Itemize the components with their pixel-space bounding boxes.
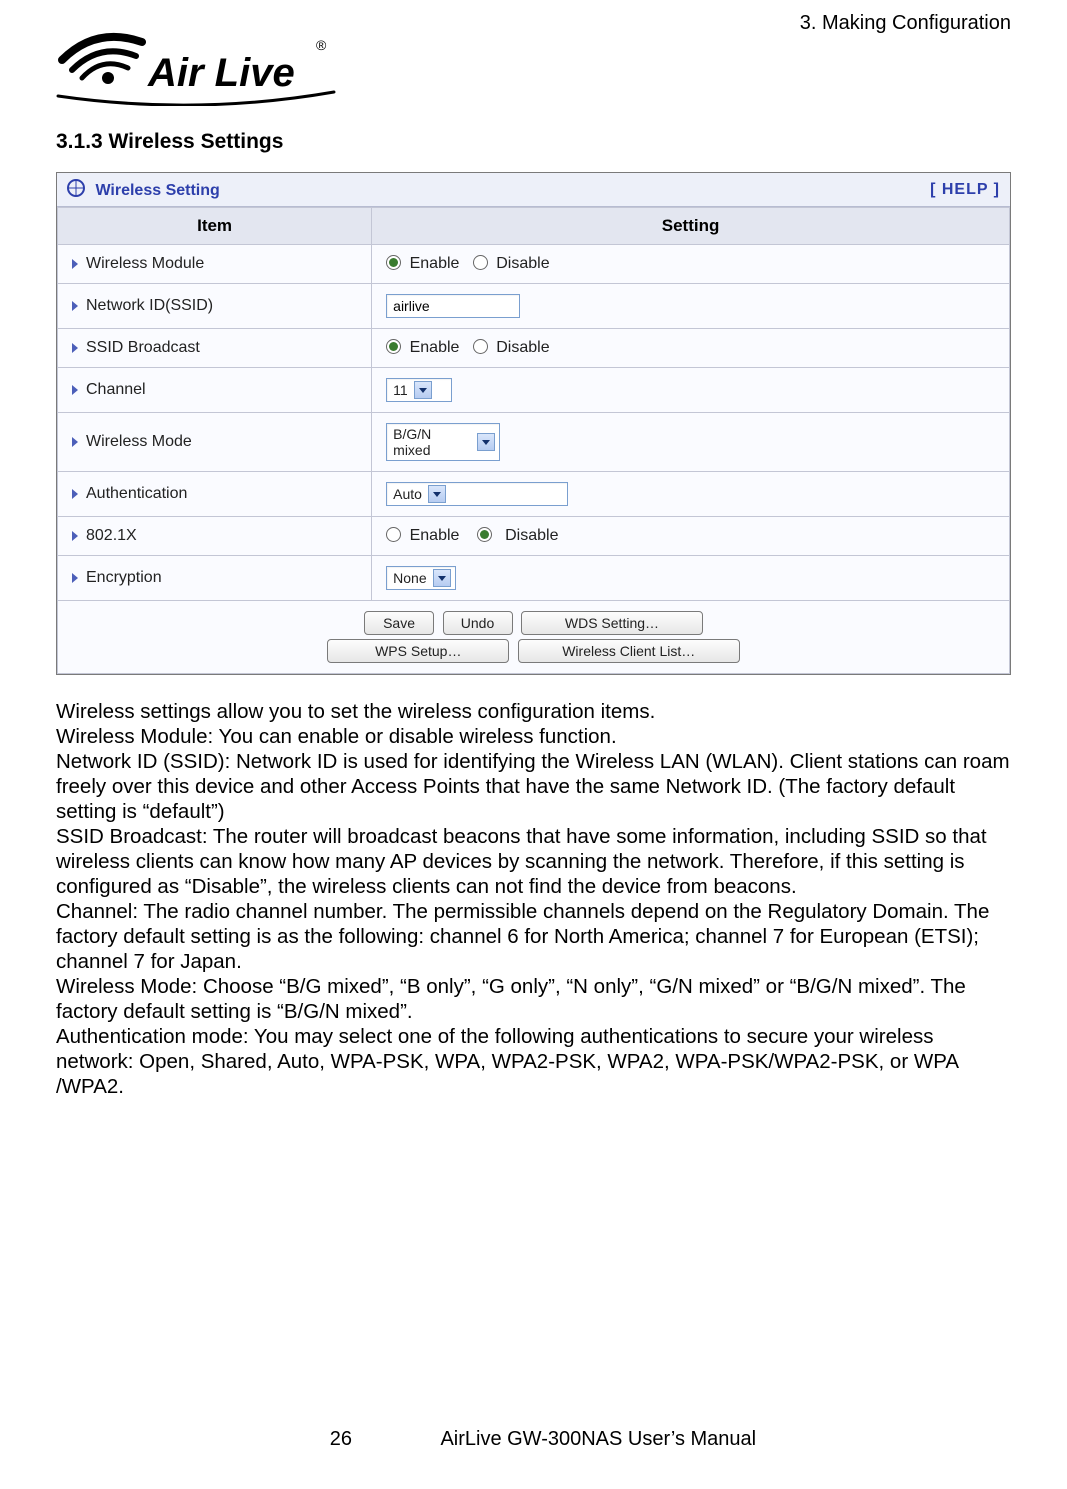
ssid-broadcast-disable-radio[interactable] (473, 339, 488, 354)
save-button[interactable]: Save (364, 611, 434, 635)
wireless-setting-screenshot: Wireless Setting [ HELP ] Item Setting W… (56, 172, 1011, 675)
chapter-label: 3. Making Configuration (800, 12, 1011, 35)
row-wireless-mode: Wireless Mode B/G/N mixed (58, 413, 1010, 472)
explanation-text: Wireless settings allow you to set the w… (56, 699, 1011, 1099)
col-setting: Setting (372, 208, 1010, 245)
help-link[interactable]: [ HELP ] (930, 181, 1000, 199)
wireless-module-disable-radio[interactable] (473, 255, 488, 270)
wireless-module-enable-radio[interactable] (386, 255, 401, 270)
col-item: Item (58, 208, 372, 245)
row-channel: Channel 11 (58, 368, 1010, 413)
x8021-enable-radio[interactable] (386, 527, 401, 542)
ssid-broadcast-enable-radio[interactable] (386, 339, 401, 354)
chevron-down-icon (414, 381, 432, 399)
row-ssid-broadcast: SSID Broadcast Enable Disable (58, 329, 1010, 368)
wps-setup-button[interactable]: WPS Setup… (327, 639, 509, 663)
channel-select[interactable]: 11 (386, 378, 452, 402)
row-wireless-module: Wireless Module Enable Disable (58, 245, 1010, 284)
section-heading: 3.1.3 Wireless Settings (56, 130, 1011, 154)
row-authentication: Authentication Auto (58, 472, 1010, 517)
row-encryption: Encryption None (58, 556, 1010, 601)
svg-text:®: ® (316, 37, 327, 53)
manual-title: AirLive GW-300NAS User’s Manual (440, 1428, 756, 1451)
settings-table: Item Setting Wireless Module Enable Disa… (57, 207, 1010, 674)
row-ssid: Network ID(SSID) (58, 284, 1010, 329)
ssid-input[interactable] (386, 294, 520, 318)
authentication-select[interactable]: Auto (386, 482, 568, 506)
row-8021x: 802.1X Enable Disable (58, 517, 1010, 556)
chevron-down-icon (477, 433, 495, 451)
chevron-down-icon (428, 485, 446, 503)
undo-button[interactable]: Undo (443, 611, 513, 635)
encryption-select[interactable]: None (386, 566, 455, 590)
wireless-mode-select[interactable]: B/G/N mixed (386, 423, 500, 461)
svg-text:Air Live: Air Live (147, 51, 295, 95)
x8021-disable-radio[interactable] (477, 527, 492, 542)
wireless-client-list-button[interactable]: Wireless Client List… (518, 639, 740, 663)
globe-icon (67, 179, 85, 197)
page-number: 26 (311, 1428, 371, 1451)
panel-title-text: Wireless Setting (95, 182, 219, 199)
page-footer: 26 AirLive GW-300NAS User’s Manual (0, 1428, 1067, 1451)
chevron-down-icon (433, 569, 451, 587)
wds-setting-button[interactable]: WDS Setting… (521, 611, 703, 635)
panel-title: Wireless Setting (67, 179, 220, 200)
